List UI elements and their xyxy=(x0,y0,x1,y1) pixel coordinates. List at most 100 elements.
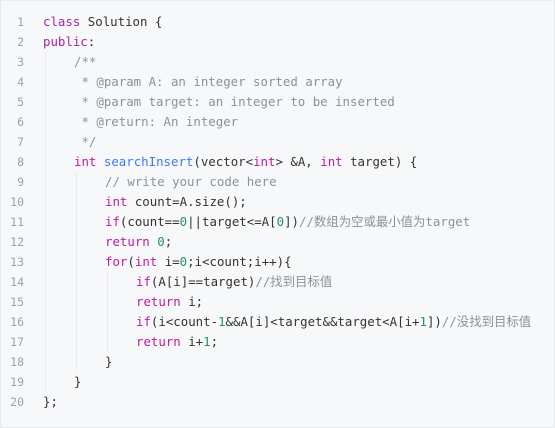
line-number: 5 xyxy=(17,95,24,109)
code-line: return i+1; xyxy=(43,332,554,352)
code-token: public xyxy=(43,34,88,49)
code-token: (i<count- xyxy=(150,314,219,329)
line-number-gutter: 1 2 3 4 5 6 7 8 9 10 11 12 13 14 15 16 17 18 19 20 xyxy=(1,12,31,412)
line-number: 15 xyxy=(10,295,24,309)
code-token: (vector< xyxy=(193,154,254,169)
code-line: * @param target: an integer to be insert… xyxy=(43,92,554,112)
line-number: 17 xyxy=(10,335,24,349)
code-token: //找到目标值 xyxy=(255,274,333,289)
code-line: return 0; xyxy=(43,232,554,252)
code-token: /** xyxy=(74,54,97,69)
code-line: } xyxy=(43,372,554,392)
code-token: int xyxy=(74,154,97,169)
line-number: 4 xyxy=(17,75,24,89)
code-token: return xyxy=(136,294,181,309)
code-line: int count=A.size(); xyxy=(43,192,554,212)
code-line: /** xyxy=(43,52,554,72)
line-number: 7 xyxy=(17,135,24,149)
code-token: //没找到目标值 xyxy=(441,314,532,329)
line-number: 12 xyxy=(10,235,24,249)
code-token: //数组为空或最小值为target xyxy=(299,214,471,229)
code-token: * @return: An integer xyxy=(74,114,239,129)
code-token: (count== xyxy=(119,214,180,229)
code-line: * @return: An integer xyxy=(43,112,554,132)
code-token: (A[i]==target) xyxy=(150,274,256,289)
code-block: 1 2 3 4 5 6 7 8 9 10 11 12 13 14 15 16 17 18 19 20 class So… xyxy=(0,0,555,428)
line-number: 13 xyxy=(10,255,24,269)
line-number: 3 xyxy=(17,55,24,69)
code-token: */ xyxy=(74,134,97,149)
code-token: &&A[i]<target&&target<A[i+ xyxy=(225,314,420,329)
code-token: } xyxy=(105,354,113,369)
code-token: int xyxy=(253,154,276,169)
line-number: 1 xyxy=(17,15,24,29)
code-token: ;i<count;i++){ xyxy=(187,254,292,269)
code-token: ||target<=A[ xyxy=(187,214,277,229)
code-line: * @param A: an integer sorted array xyxy=(43,72,554,92)
code-token: } xyxy=(74,374,82,389)
code-token: i= xyxy=(157,254,180,269)
code-token: > &A, xyxy=(275,154,321,169)
code-token: if xyxy=(105,214,120,229)
code-line: */ xyxy=(43,132,554,152)
line-number: 8 xyxy=(17,155,24,169)
indent-guide xyxy=(107,272,108,352)
code-line: class Solution { xyxy=(43,12,554,32)
code-token: ]) xyxy=(426,314,442,329)
code-line: } xyxy=(43,352,554,372)
line-number: 10 xyxy=(10,195,24,209)
code-token: if xyxy=(136,274,151,289)
code-token: int xyxy=(105,194,128,209)
code-token: i; xyxy=(180,294,204,309)
line-number: 20 xyxy=(10,395,24,409)
code-line: }; xyxy=(43,392,554,412)
code-token: searchInsert xyxy=(103,154,194,169)
code-content: class Solution {public:/** * @param A: a… xyxy=(43,12,554,412)
code-token: i+ xyxy=(180,334,204,349)
code-token: 0 xyxy=(276,214,285,229)
code-token: * @param A: an integer sorted array xyxy=(74,74,343,89)
code-token: return xyxy=(136,334,181,349)
code-line: if(i<count-1&&A[i]<target&&target<A[i+1]… xyxy=(43,312,554,332)
code-token: target) { xyxy=(342,154,418,169)
code-token: 1 xyxy=(218,314,226,329)
code-token: for xyxy=(105,254,128,269)
code-token: Solution { xyxy=(80,14,163,29)
code-token: * @param target: an integer to be insert… xyxy=(74,94,395,109)
line-number: 16 xyxy=(10,315,24,329)
code-token: ; xyxy=(210,334,219,349)
code-token: 0 xyxy=(157,234,165,249)
code-token: 1 xyxy=(419,314,427,329)
code-token: count=A.size(); xyxy=(127,194,247,209)
line-number: 6 xyxy=(17,115,24,129)
code-token: ; xyxy=(164,234,173,249)
code-token: // write your code here xyxy=(105,174,277,189)
code-token: 0 xyxy=(179,214,188,229)
code-line: public: xyxy=(43,32,554,52)
indent-guide xyxy=(45,52,46,392)
line-number: 9 xyxy=(17,175,24,189)
line-number: 18 xyxy=(10,355,24,369)
code-token: class xyxy=(43,14,81,29)
code-token: int xyxy=(134,254,158,269)
code-line: // write your code here xyxy=(43,172,554,192)
code-token: ]) xyxy=(284,214,299,229)
code-token: }; xyxy=(43,394,58,409)
code-token: : xyxy=(87,34,96,49)
line-number: 14 xyxy=(10,275,24,289)
code-line: if(count==0||target<=A[0])//数组为空或最小值为tar… xyxy=(43,212,554,232)
code-line: int searchInsert(vector<int> &A, int tar… xyxy=(43,152,554,172)
code-line: for(int i=0;i<count;i++){ xyxy=(43,252,554,272)
code-token: 0 xyxy=(179,254,188,269)
line-number: 19 xyxy=(10,375,24,389)
indent-guide xyxy=(76,172,77,372)
code-token: ( xyxy=(127,254,135,269)
code-token: int xyxy=(320,154,343,169)
line-number: 11 xyxy=(10,215,24,229)
code-token: if xyxy=(136,314,151,329)
code-token: 1 xyxy=(203,334,211,349)
code-token: return xyxy=(105,234,150,249)
code-line: return i; xyxy=(43,292,554,312)
code-line: if(A[i]==target)//找到目标值 xyxy=(43,272,554,292)
